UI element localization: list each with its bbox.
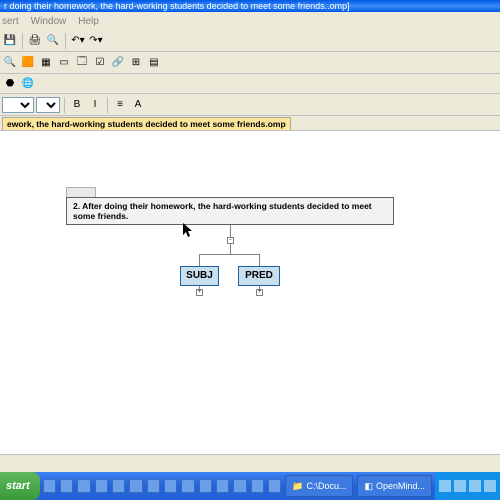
font-combo[interactable] (2, 97, 34, 113)
menu-help[interactable]: Help (78, 16, 99, 27)
title-bar: r doing their homework, the hard-working… (0, 0, 500, 12)
quicklaunch-icon[interactable] (129, 479, 142, 493)
tab-strip: ework, the hard-working students decided… (0, 116, 500, 130)
sentence-box[interactable]: 2. After doing their homework, the hard-… (66, 197, 394, 225)
quicklaunch-icon[interactable] (181, 479, 194, 493)
link-tool[interactable]: 🔗 (110, 55, 126, 71)
quicklaunch-icon[interactable] (147, 479, 160, 493)
color-tool[interactable]: 🟧 (20, 55, 36, 71)
cursor-icon (183, 223, 195, 239)
taskbar-item[interactable]: ◧OpenMind... (357, 475, 432, 497)
status-bar (0, 454, 500, 472)
quicklaunch-icon[interactable] (199, 479, 212, 493)
tree-connector (259, 286, 260, 290)
expand-box-pred[interactable]: + (256, 289, 263, 296)
quicklaunch-icon[interactable] (95, 479, 108, 493)
tree-connector (199, 254, 200, 266)
align-button[interactable]: ≡ (112, 97, 128, 113)
separator (107, 97, 108, 113)
quicklaunch-icon[interactable] (60, 479, 73, 493)
node-pred[interactable]: PRED (238, 266, 280, 286)
layout-tool[interactable]: ▤ (146, 55, 162, 71)
check-tool[interactable]: ☑ (92, 55, 108, 71)
format-bar: B I ≡ A (0, 94, 500, 116)
tree-connector (199, 286, 200, 290)
italic-button[interactable]: I (87, 97, 103, 113)
toolbar-main: 💾 🖨 🔍 ↶▾ ↷▾ (0, 30, 500, 52)
tree-connector (199, 254, 260, 255)
start-button[interactable]: start (0, 472, 40, 500)
node-tool[interactable]: ▭ (56, 55, 72, 71)
expand-box-subj[interactable]: + (196, 289, 203, 296)
document-tab[interactable]: ework, the hard-working students decided… (2, 117, 291, 130)
table-tool[interactable]: ⊞ (128, 55, 144, 71)
menu-insert[interactable]: sert (2, 16, 19, 27)
size-combo[interactable] (36, 97, 60, 113)
menu-window[interactable]: Window (31, 16, 67, 27)
bold-button[interactable]: B (69, 97, 85, 113)
tree-connector (259, 254, 260, 266)
preview-button[interactable]: 🔍 (45, 33, 61, 49)
taskbar: start 📁C:\Docu... ◧OpenMind... (0, 472, 500, 500)
home-button[interactable]: ⬣ (2, 76, 18, 92)
font-color-button[interactable]: A (130, 97, 146, 113)
toolbar-tools: 🔍 🟧 ▦ ▭ 🗔 ☑ 🔗 ⊞ ▤ (0, 52, 500, 74)
tray-icon[interactable] (439, 480, 451, 492)
sentence-tab (66, 187, 96, 197)
quicklaunch-icon[interactable] (233, 479, 246, 493)
sentence-text: 2. After doing their homework, the hard-… (73, 201, 387, 221)
tray-icon[interactable] (484, 480, 496, 492)
tray-icon[interactable] (454, 480, 466, 492)
separator (65, 33, 66, 49)
tree-connector (230, 244, 231, 254)
toolbar-nav: ⬣ 🌐 (0, 74, 500, 94)
quicklaunch-icon[interactable] (112, 479, 125, 493)
globe-button[interactable]: 🌐 (20, 76, 36, 92)
quicklaunch-icon[interactable] (77, 479, 90, 493)
save-button[interactable]: 💾 (2, 33, 18, 49)
separator (64, 97, 65, 113)
expand-box[interactable]: - (227, 237, 234, 244)
redo-button[interactable]: ↷▾ (88, 33, 104, 49)
quicklaunch-icon[interactable] (43, 479, 56, 493)
undo-button[interactable]: ↶▾ (70, 33, 86, 49)
canvas[interactable]: 2. After doing their homework, the hard-… (0, 130, 500, 474)
tray-icon[interactable] (469, 480, 481, 492)
grid-tool[interactable]: ▦ (38, 55, 54, 71)
print-button[interactable]: 🖨 (27, 33, 43, 49)
quicklaunch-icon[interactable] (216, 479, 229, 493)
zoom-button[interactable]: 🔍 (2, 55, 18, 71)
menu-bar: sert Window Help (0, 12, 500, 30)
system-tray[interactable] (435, 472, 500, 500)
quicklaunch-icon[interactable] (268, 479, 281, 493)
taskbar-item[interactable]: 📁C:\Docu... (285, 475, 353, 497)
separator (22, 33, 23, 49)
node-subj[interactable]: SUBJ (180, 266, 219, 286)
quicklaunch-icon[interactable] (251, 479, 264, 493)
window-tool[interactable]: 🗔 (74, 55, 90, 71)
quicklaunch-icon[interactable] (164, 479, 177, 493)
